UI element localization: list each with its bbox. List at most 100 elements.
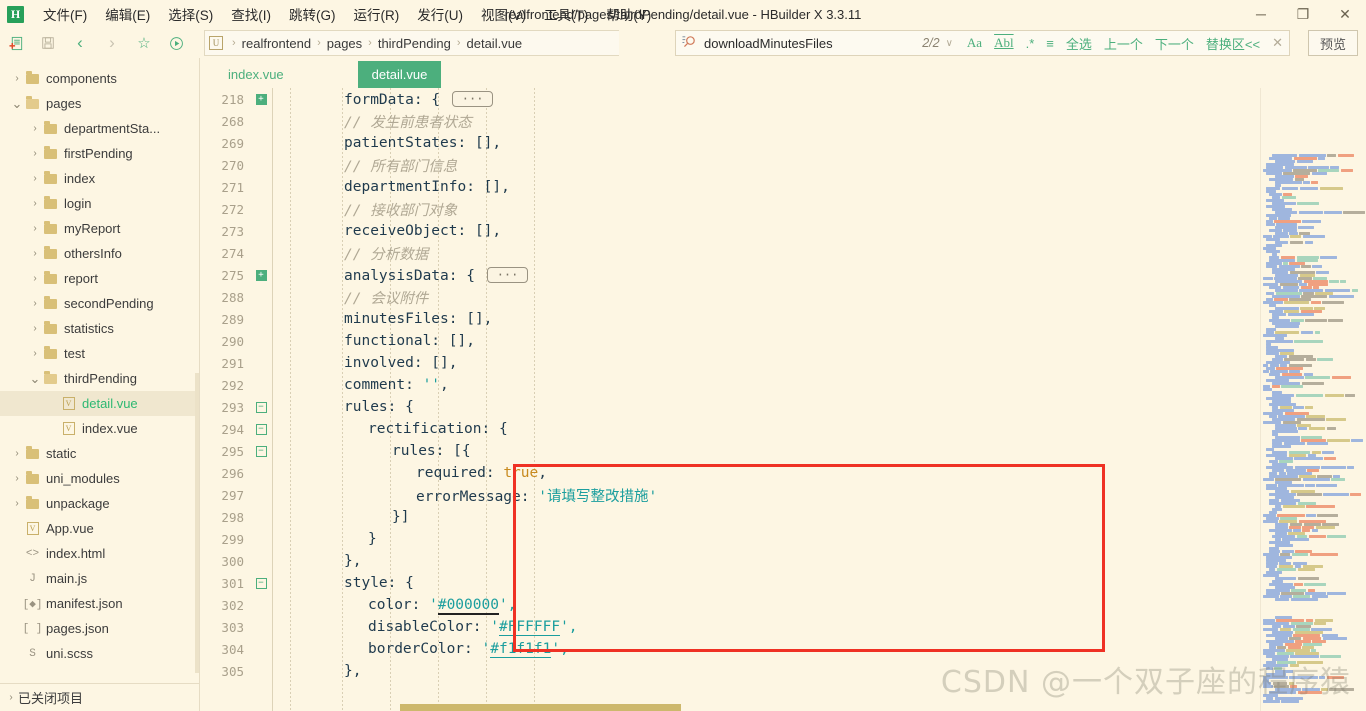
close-button[interactable]: ✕ [1324,0,1366,28]
fold-collapse-icon[interactable]: − [250,423,272,435]
minimize-button[interactable]: ─ [1240,0,1282,28]
menu-file[interactable]: 文件(F) [34,1,96,27]
code-line[interactable]: 291 involved: [], [200,352,1260,374]
breadcrumb-part-3[interactable]: detail.vue [467,36,523,51]
menu-find[interactable]: 查找(I) [222,1,280,27]
tree-item-login[interactable]: › login [0,191,199,216]
breadcrumb-part-1[interactable]: pages [327,36,362,51]
tree-item-unpackage[interactable]: › unpackage [0,491,199,516]
code-line[interactable]: 305}, [200,660,1260,682]
code-line[interactable]: 294− rectification: { [200,418,1260,440]
search-input[interactable]: downloadMinutesFiles [704,36,922,51]
star-icon[interactable]: ☆ [128,30,160,56]
new-file-icon[interactable] [0,30,32,56]
code-line[interactable]: 275 + analysisData: { ··· [200,264,1260,286]
code-line[interactable]: 296 required: true, [200,462,1260,484]
code-line[interactable]: 218 + formData: { ··· [200,88,1260,110]
tree-item-index-html[interactable]: ›<>index.html [0,541,199,566]
menu-view[interactable]: 视图(V) [472,1,535,27]
code-line[interactable]: 269 patientStates: [], [200,132,1260,154]
menu-publish[interactable]: 发行(U) [408,1,472,27]
tree-item-detail-vue[interactable]: ›Vdetail.vue [0,391,199,416]
chevron-right-icon[interactable]: › [28,123,42,134]
tree-item-components[interactable]: › components [0,66,199,91]
closed-projects-row[interactable]: › 已关闭项目 [0,683,199,711]
previous-match-button[interactable]: 上一个 [1098,34,1149,53]
file-tree[interactable]: › components ⌄ pages › departmentSta... › first… [0,58,199,683]
back-arrow-icon[interactable]: ‹ [64,30,96,56]
chevron-right-icon[interactable]: › [28,248,42,259]
code-line[interactable]: 293− rules: { [200,396,1260,418]
chevron-down-icon[interactable]: ⌄ [10,97,24,110]
tree-item-othersinfo[interactable]: › othersInfo [0,241,199,266]
menu-goto[interactable]: 跳转(G) [280,1,345,27]
tree-item-departmentsta---[interactable]: › departmentSta... [0,116,199,141]
fold-collapse-icon[interactable]: − [250,445,272,457]
tree-item-uni-scss[interactable]: ›Suni.scss [0,641,199,666]
fold-expand-icon[interactable]: + [250,269,272,281]
breadcrumb-part-0[interactable]: realfrontend [242,36,311,51]
code-line[interactable]: 288 // 会议附件 [200,286,1260,308]
chevron-right-icon[interactable]: › [10,473,24,484]
menu-edit[interactable]: 编辑(E) [96,1,159,27]
close-search-icon[interactable]: ✕ [1266,35,1289,51]
code-line[interactable]: 300}, [200,550,1260,572]
sidebar-scrollbar[interactable] [195,373,199,673]
menu-tools[interactable]: 工具(T) [535,1,597,27]
tree-item-uni_modules[interactable]: › uni_modules [0,466,199,491]
search-in-selection-icon[interactable]: ≡ [1040,36,1060,51]
replace-panel-toggle[interactable]: 替换区<< [1200,34,1266,53]
code-line[interactable]: 302 color: '#000000', [200,594,1260,616]
tree-item-statistics[interactable]: › statistics [0,316,199,341]
fold-expand-icon[interactable]: + [250,93,272,105]
search-bar[interactable]: downloadMinutesFiles 2/2 ∨ Aa Abl .* ≡ 全… [675,30,1290,56]
preview-button[interactable]: 预览 [1308,30,1358,56]
horizontal-scrollbar[interactable] [400,704,1260,711]
code-line[interactable]: 268 // 发生前患者状态 [200,110,1260,132]
breadcrumb[interactable]: U › realfrontend › pages › thirdPending › detai… [204,30,619,56]
code-line[interactable]: 304 borderColor: '#f1f1f1', [200,638,1260,660]
tree-item-pages[interactable]: ⌄ pages [0,91,199,116]
code-line[interactable]: 290 functional: [], [200,330,1260,352]
match-whole-word-icon[interactable]: Abl [988,35,1020,51]
fold-collapse-icon[interactable]: − [250,401,272,413]
code-line[interactable]: 271 departmentInfo: [], [200,176,1260,198]
tree-item-manifest-json[interactable]: ›[◆]manifest.json [0,591,199,616]
code-line[interactable]: 270 // 所有部门信息 [200,154,1260,176]
save-icon[interactable] [32,30,64,56]
tree-item-test[interactable]: › test [0,341,199,366]
code-line[interactable]: 299} [200,528,1260,550]
tree-item-thirdpending[interactable]: ⌄ thirdPending [0,366,199,391]
editor-tab-detail-vue[interactable]: detail.vue [357,61,442,88]
code-line[interactable]: 297 errorMessage: '请填写整改措施' [200,484,1260,506]
code-line[interactable]: 272 // 接收部门对象 [200,198,1260,220]
menu-run[interactable]: 运行(R) [345,1,409,27]
maximize-button[interactable]: ❐ [1282,0,1324,28]
tree-item-index-vue[interactable]: ›Vindex.vue [0,416,199,441]
search-history-chevron-down-icon[interactable]: ∨ [944,38,961,49]
chevron-right-icon[interactable]: › [28,173,42,184]
chevron-right-icon[interactable]: › [28,348,42,359]
code-line[interactable]: 273 receiveObject: [], [200,220,1260,242]
chevron-down-icon[interactable]: ⌄ [28,372,42,385]
breadcrumb-part-2[interactable]: thirdPending [378,36,451,51]
tree-item-main-js[interactable]: ›Jmain.js [0,566,199,591]
tree-item-myreport[interactable]: › myReport [0,216,199,241]
run-icon[interactable] [160,30,192,56]
menu-help[interactable]: 帮助(Y) [597,1,660,27]
code-line[interactable]: 298}] [200,506,1260,528]
code-line[interactable]: 295− rules: [{ [200,440,1260,462]
fold-collapse-icon[interactable]: − [250,577,272,589]
editor-tab-index-vue[interactable]: index.vue [214,61,298,88]
chevron-right-icon[interactable]: › [10,73,24,84]
code-line[interactable]: 303 disableColor: '#FFFFFF', [200,616,1260,638]
tree-item-secondpending[interactable]: › secondPending [0,291,199,316]
code-line[interactable]: 289 minutesFiles: [], [200,308,1260,330]
tree-item-index[interactable]: › index [0,166,199,191]
regex-icon[interactable]: .* [1020,36,1041,51]
editor-tab-bar[interactable]: index.vue detail.vue [200,58,1366,88]
code-content[interactable]: 218 + formData: { ··· 268// 发生前患者状态 269 patie… [200,88,1260,711]
code-line[interactable]: 301− style: { [200,572,1260,594]
chevron-right-icon[interactable]: › [28,298,42,309]
select-all-button[interactable]: 全选 [1060,34,1098,53]
